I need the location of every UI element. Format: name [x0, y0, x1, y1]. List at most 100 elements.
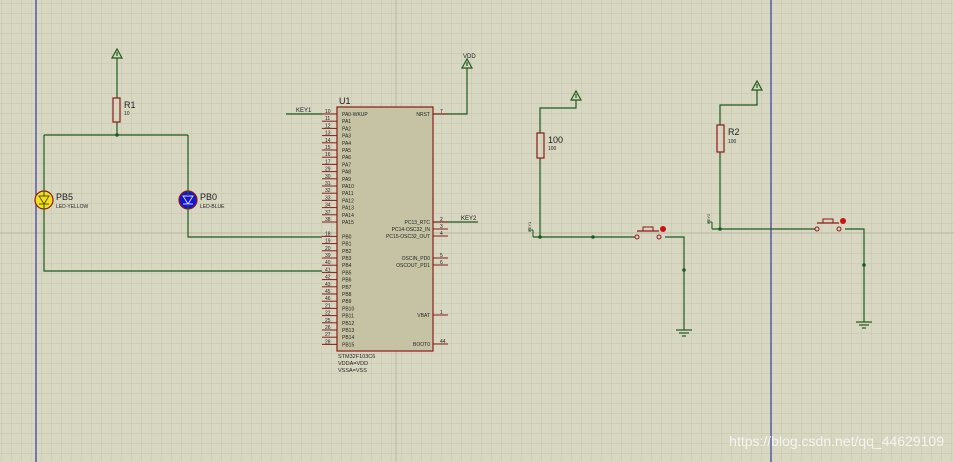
pin-number: 10: [325, 109, 331, 115]
pin-label: PB9: [342, 299, 352, 305]
chip-part: STM32F103C6: [338, 354, 375, 360]
r2-value: 100: [728, 139, 737, 145]
pin-number: 33: [325, 195, 331, 201]
pin-number: 19: [325, 239, 331, 245]
pin-number: 46: [325, 296, 331, 302]
pin-label: PA11: [342, 191, 354, 197]
pin-number: 43: [325, 282, 331, 288]
pin-label: PB1: [342, 242, 352, 248]
pin-number: 18: [325, 231, 331, 237]
pin-number: 11: [325, 116, 330, 122]
vdd-label: VDD: [463, 54, 476, 60]
pin-label: OSCOUT_PD1: [396, 263, 430, 269]
pin-number: 1: [440, 310, 443, 316]
pin-number: 5: [440, 253, 443, 259]
pin-number: 29: [325, 167, 331, 173]
pin-label: PC15-OSC32_OUT: [386, 234, 430, 240]
pin-number: 39: [325, 253, 331, 259]
pin-label: PB13: [342, 328, 354, 334]
pin-number: 34: [325, 203, 331, 209]
pin-number: 20: [325, 246, 331, 252]
pin-label: PA5: [342, 148, 351, 154]
pin-number: 32: [325, 188, 331, 194]
pin-number: 26: [325, 325, 331, 331]
pin-number: 44: [440, 339, 446, 345]
pin-number: 2: [440, 217, 443, 223]
pin-number: 30: [325, 174, 331, 180]
pin-label: PB6: [342, 278, 352, 284]
button1-indicator[interactable]: [660, 226, 666, 232]
pin-label: PB5: [342, 270, 352, 276]
pin-label: OSCIN_PD0: [402, 256, 431, 262]
stm32-chip-u1[interactable]: U1 STM32F103C6 VDDA=VDD VSSA=VSS 10 PA0-W…: [322, 96, 448, 374]
pb5-type: LED-YELLOW: [56, 204, 89, 210]
pin-number: 40: [325, 260, 331, 266]
pin-label: PA9: [342, 177, 351, 183]
chip-ref: U1: [339, 96, 351, 106]
pin-label: BOOT0: [413, 342, 430, 348]
r1-value: 10: [124, 111, 130, 117]
pin-number: 16: [325, 152, 331, 158]
pin-label: PA12: [342, 198, 354, 204]
pin-number: 41: [325, 267, 331, 273]
pin-label: PA7: [342, 162, 351, 168]
pin-label: PA3: [342, 134, 351, 140]
pin-label: PB15: [342, 342, 354, 348]
pin-label: PB0: [342, 234, 352, 240]
pin-number: 22: [325, 311, 331, 317]
pin-label: PA4: [342, 141, 351, 147]
pin-label: VBAT: [417, 313, 430, 319]
pin-label: PA13: [342, 206, 354, 212]
chip-vdda: VDDA=VDD: [338, 361, 368, 367]
pin-label: PC14-OSC32_IN: [392, 227, 431, 233]
pb0-type: LED-BLUE: [200, 204, 225, 210]
pin-number: 17: [325, 159, 331, 165]
pin-label: PB11: [342, 314, 354, 320]
pin-label: PB14: [342, 335, 354, 341]
pin-label: PA15: [342, 220, 354, 226]
pin-label: PA10: [342, 184, 354, 190]
pin-number: 45: [325, 289, 331, 295]
pin-number: 28: [325, 339, 331, 345]
pin-number: 14: [325, 138, 331, 144]
schematic-canvas[interactable]: VDD R1 10 100 100 R2 100 PB5 LED-YELLOW: [0, 0, 954, 462]
watermark: https://blog.csdn.net/qq_44629109: [729, 433, 944, 449]
pin-number: 42: [325, 275, 331, 281]
pin-label: PB3: [342, 256, 352, 262]
r1-ref: R1: [124, 100, 136, 110]
chip-vssa: VSSA=VSS: [338, 368, 367, 374]
pb5-label: PB5: [56, 192, 73, 202]
pin-label: PB10: [342, 306, 354, 312]
pin-number: 6: [440, 260, 443, 266]
pin-label: PA1: [342, 119, 351, 125]
net-label-key2[interactable]: KEY2: [461, 216, 477, 222]
pin-number: 3: [440, 224, 443, 230]
pin-label: PC13_RTC: [405, 220, 431, 226]
pin-number: 15: [325, 145, 331, 151]
pin-label: PB7: [342, 285, 352, 291]
r3-value: 100: [548, 146, 557, 152]
button2-indicator[interactable]: [840, 218, 846, 224]
pin-label: PA8: [342, 170, 351, 176]
pin-label: PB2: [342, 249, 352, 255]
pin-label: PA2: [342, 126, 351, 132]
pin-number: 12: [325, 123, 331, 129]
pin-label: PA6: [342, 155, 351, 161]
pb0-label: PB0: [200, 192, 217, 202]
r2-ref: R2: [728, 127, 740, 137]
grid: [0, 0, 954, 462]
pin-label: PA14: [342, 213, 354, 219]
pin-number: 25: [325, 318, 331, 324]
net-label-key1[interactable]: KEY1: [296, 108, 312, 114]
r3-ref: 100: [548, 135, 563, 145]
pin-number: 31: [325, 181, 331, 187]
pin-number: 4: [440, 231, 443, 237]
pin-label: PA0-WKUP: [342, 112, 368, 118]
pin-number: 7: [440, 109, 443, 115]
pin-number: 21: [325, 303, 331, 309]
pin-label: PB8: [342, 292, 352, 298]
pin-label: NRST: [416, 112, 430, 118]
pin-number: 38: [325, 217, 331, 223]
pin-number: 13: [325, 131, 331, 137]
pin-label: PB12: [342, 321, 354, 327]
